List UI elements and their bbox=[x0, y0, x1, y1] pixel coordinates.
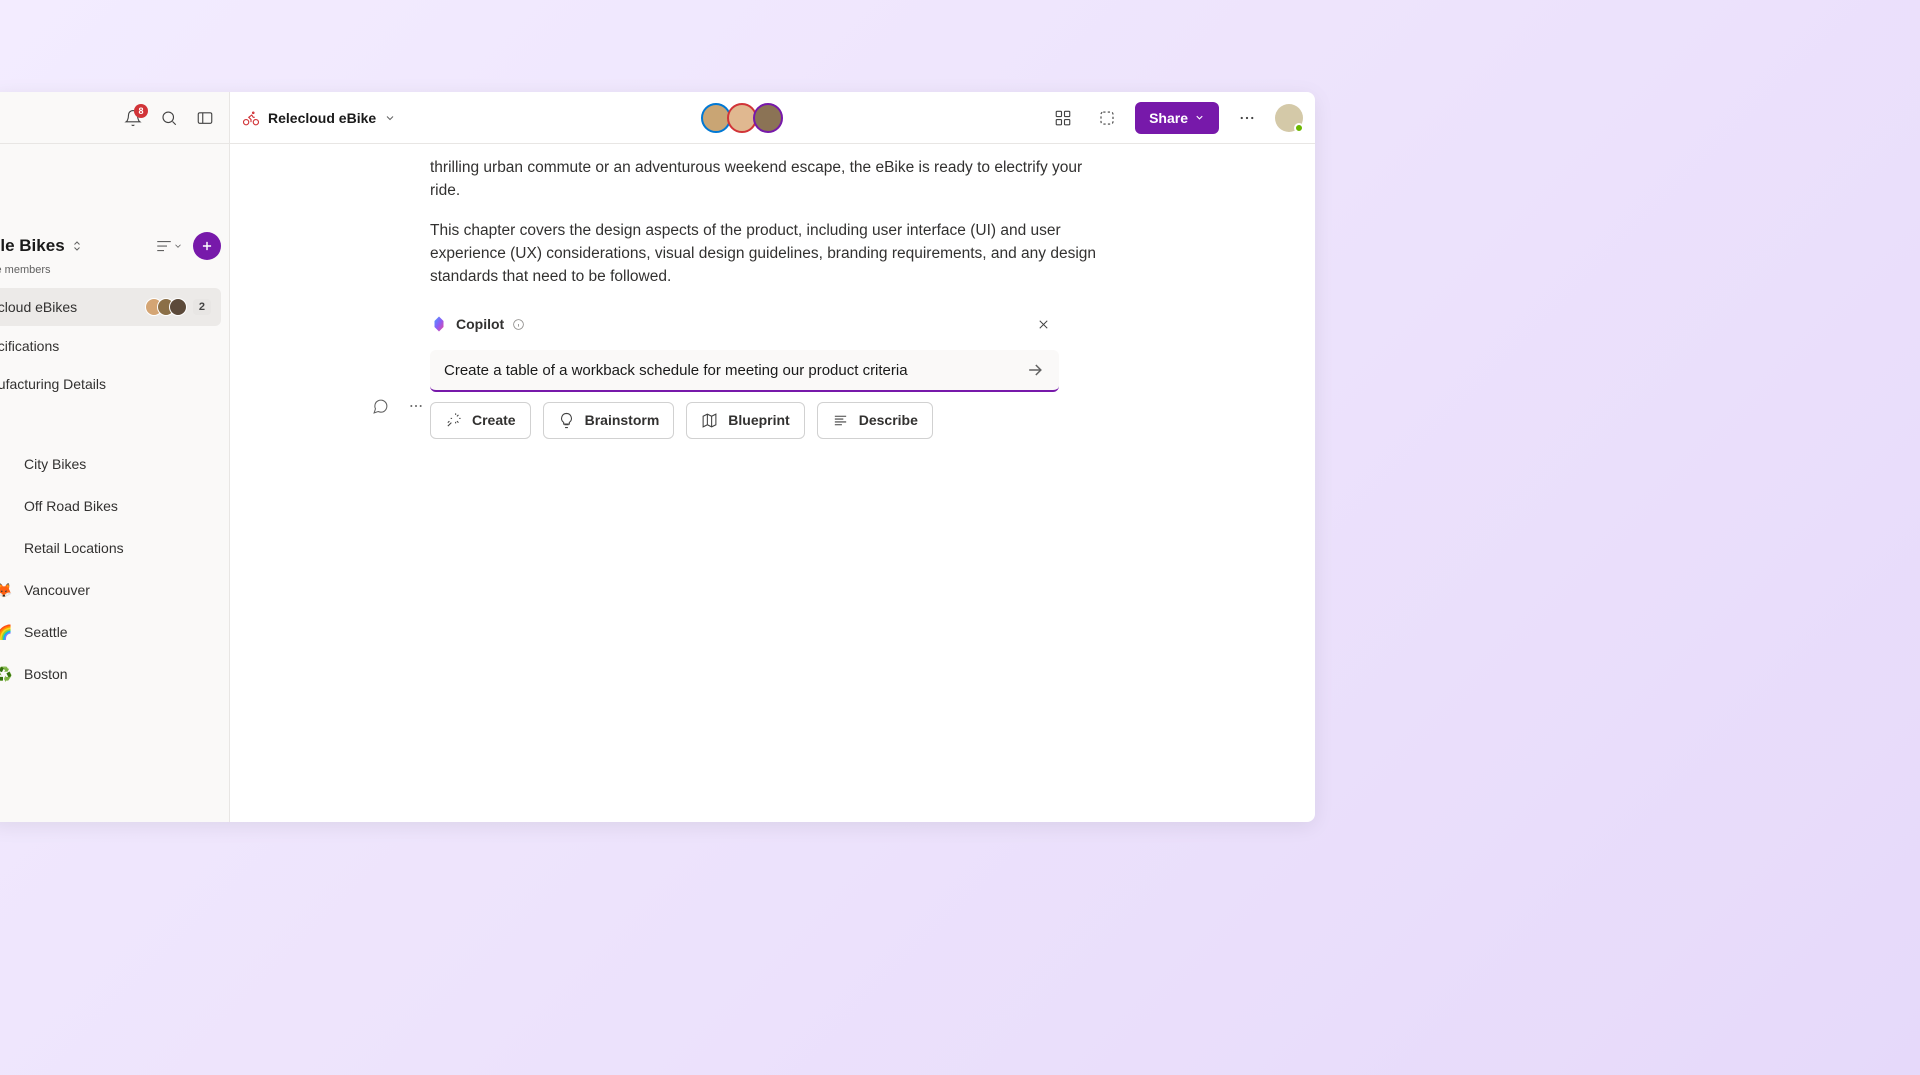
grid-icon bbox=[1054, 109, 1072, 127]
copilot-chips: Create Brainstorm Blueprint bbox=[430, 402, 1059, 439]
workspace-header: ble Bikes bbox=[0, 224, 229, 264]
copilot-close-button[interactable] bbox=[1027, 308, 1059, 340]
sidebar-item-label: Seattle bbox=[24, 624, 68, 640]
sidebar-item-manufacturing[interactable]: nufacturing Details bbox=[0, 366, 221, 402]
emoji-icon: 🦊 bbox=[0, 580, 14, 600]
profile-avatar[interactable] bbox=[1275, 104, 1303, 132]
sort-button[interactable] bbox=[151, 233, 187, 259]
panel-toggle-button[interactable] bbox=[189, 102, 221, 134]
chevron-down-icon bbox=[384, 112, 396, 124]
chevron-down-icon bbox=[1194, 112, 1205, 123]
apps-button[interactable] bbox=[1047, 102, 1079, 134]
paragraph: This chapter covers the design aspects o… bbox=[430, 219, 1115, 289]
emoji-icon bbox=[0, 454, 14, 474]
workspace-members-label: ce members bbox=[0, 264, 229, 288]
more-button[interactable] bbox=[1231, 102, 1263, 134]
sync-icon bbox=[1098, 109, 1116, 127]
content-area: Relecloud eBike bbox=[230, 92, 1315, 822]
sidebar: 8 ble Bikes bbox=[0, 92, 230, 822]
breadcrumb-text: Relecloud eBike bbox=[268, 110, 376, 126]
bulb-icon bbox=[558, 412, 575, 429]
workspace-title-text: ble Bikes bbox=[0, 236, 65, 256]
sync-button[interactable] bbox=[1091, 102, 1123, 134]
copilot-input[interactable] bbox=[444, 362, 1015, 379]
sidebar-item-ebikes[interactable]: ecloud eBikes 2 bbox=[0, 288, 221, 326]
info-icon[interactable] bbox=[512, 318, 525, 331]
sidebar-item-retail[interactable]: Retail Locations bbox=[0, 528, 221, 568]
copilot-panel: Copilot bbox=[430, 304, 1059, 439]
margin-actions bbox=[364, 390, 432, 422]
chip-label: Create bbox=[472, 410, 516, 431]
add-button[interactable] bbox=[193, 232, 221, 260]
sidebar-item-vancouver[interactable]: 🦊 Vancouver bbox=[0, 570, 221, 610]
bike-icon bbox=[242, 109, 260, 127]
emoji-icon: ♻️ bbox=[0, 664, 14, 684]
avatar bbox=[753, 103, 783, 133]
list-icon bbox=[155, 237, 173, 255]
avatar bbox=[169, 298, 187, 316]
paragraph: thrilling urban commute or an adventurou… bbox=[430, 156, 1115, 203]
sidebar-item-label: ecifications bbox=[0, 338, 211, 354]
plus-icon bbox=[200, 239, 214, 253]
unread-count: 2 bbox=[193, 299, 211, 315]
map-icon bbox=[701, 412, 718, 429]
emoji-icon bbox=[0, 538, 14, 558]
chip-label: Blueprint bbox=[728, 410, 789, 431]
more-margin-button[interactable] bbox=[400, 390, 432, 422]
chip-create[interactable]: Create bbox=[430, 402, 531, 439]
status-indicator bbox=[1294, 123, 1304, 133]
chip-blueprint[interactable]: Blueprint bbox=[686, 402, 804, 439]
mini-avatars bbox=[145, 298, 187, 316]
copilot-submit-button[interactable] bbox=[1025, 360, 1045, 380]
sidebar-item-label: Vancouver bbox=[24, 582, 90, 598]
chevron-updown-icon bbox=[71, 240, 83, 252]
breadcrumb[interactable]: Relecloud eBike bbox=[242, 109, 396, 127]
copilot-label: Copilot bbox=[456, 314, 504, 335]
sidebar-item-label: nufacturing Details bbox=[0, 376, 211, 392]
copilot-icon bbox=[430, 315, 448, 333]
search-button[interactable] bbox=[153, 102, 185, 134]
copilot-input-wrap bbox=[430, 350, 1059, 392]
topbar: Relecloud eBike bbox=[230, 92, 1315, 144]
emoji-icon: 🌈 bbox=[0, 622, 14, 642]
chevron-down-icon bbox=[173, 241, 183, 251]
chip-brainstorm[interactable]: Brainstorm bbox=[543, 402, 675, 439]
sidebar-toolbar: 8 bbox=[0, 92, 229, 144]
notifications-button[interactable]: 8 bbox=[117, 102, 149, 134]
sidebar-item-seattle[interactable]: 🌈 Seattle bbox=[0, 612, 221, 652]
sidebar-item-label: Off Road Bikes bbox=[24, 498, 118, 514]
workspace-title[interactable]: ble Bikes bbox=[0, 236, 83, 256]
presence-avatars[interactable] bbox=[701, 103, 783, 133]
search-icon bbox=[160, 109, 178, 127]
sidebar-item-city-bikes[interactable]: City Bikes bbox=[0, 444, 221, 484]
emoji-icon bbox=[0, 496, 14, 516]
sidebar-item-label: City Bikes bbox=[24, 456, 86, 472]
chip-describe[interactable]: Describe bbox=[817, 402, 933, 439]
more-icon bbox=[1238, 109, 1256, 127]
comment-icon bbox=[372, 398, 389, 415]
comment-button[interactable] bbox=[364, 390, 396, 422]
wand-icon bbox=[445, 412, 462, 429]
sidebar-item-label: Boston bbox=[24, 666, 68, 682]
chip-label: Brainstorm bbox=[585, 410, 660, 431]
share-button[interactable]: Share bbox=[1135, 102, 1219, 134]
sidebar-item-boston[interactable]: ♻️ Boston bbox=[0, 654, 221, 694]
app-window: 8 ble Bikes bbox=[0, 92, 1315, 822]
chip-label: Describe bbox=[859, 410, 918, 431]
sidebar-item-offroad[interactable]: Off Road Bikes bbox=[0, 486, 221, 526]
sidebar-item-label: ecloud eBikes bbox=[0, 299, 145, 315]
share-label: Share bbox=[1149, 110, 1188, 126]
sidebar-item-label: Retail Locations bbox=[24, 540, 124, 556]
notifications-badge: 8 bbox=[134, 104, 148, 118]
panel-icon bbox=[196, 109, 214, 127]
list-lines-icon bbox=[832, 412, 849, 429]
close-icon bbox=[1036, 317, 1051, 332]
more-icon bbox=[408, 398, 424, 414]
copilot-title: Copilot bbox=[430, 314, 525, 335]
sidebar-item-specifications[interactable]: ecifications bbox=[0, 328, 221, 364]
arrow-right-icon bbox=[1025, 360, 1045, 380]
